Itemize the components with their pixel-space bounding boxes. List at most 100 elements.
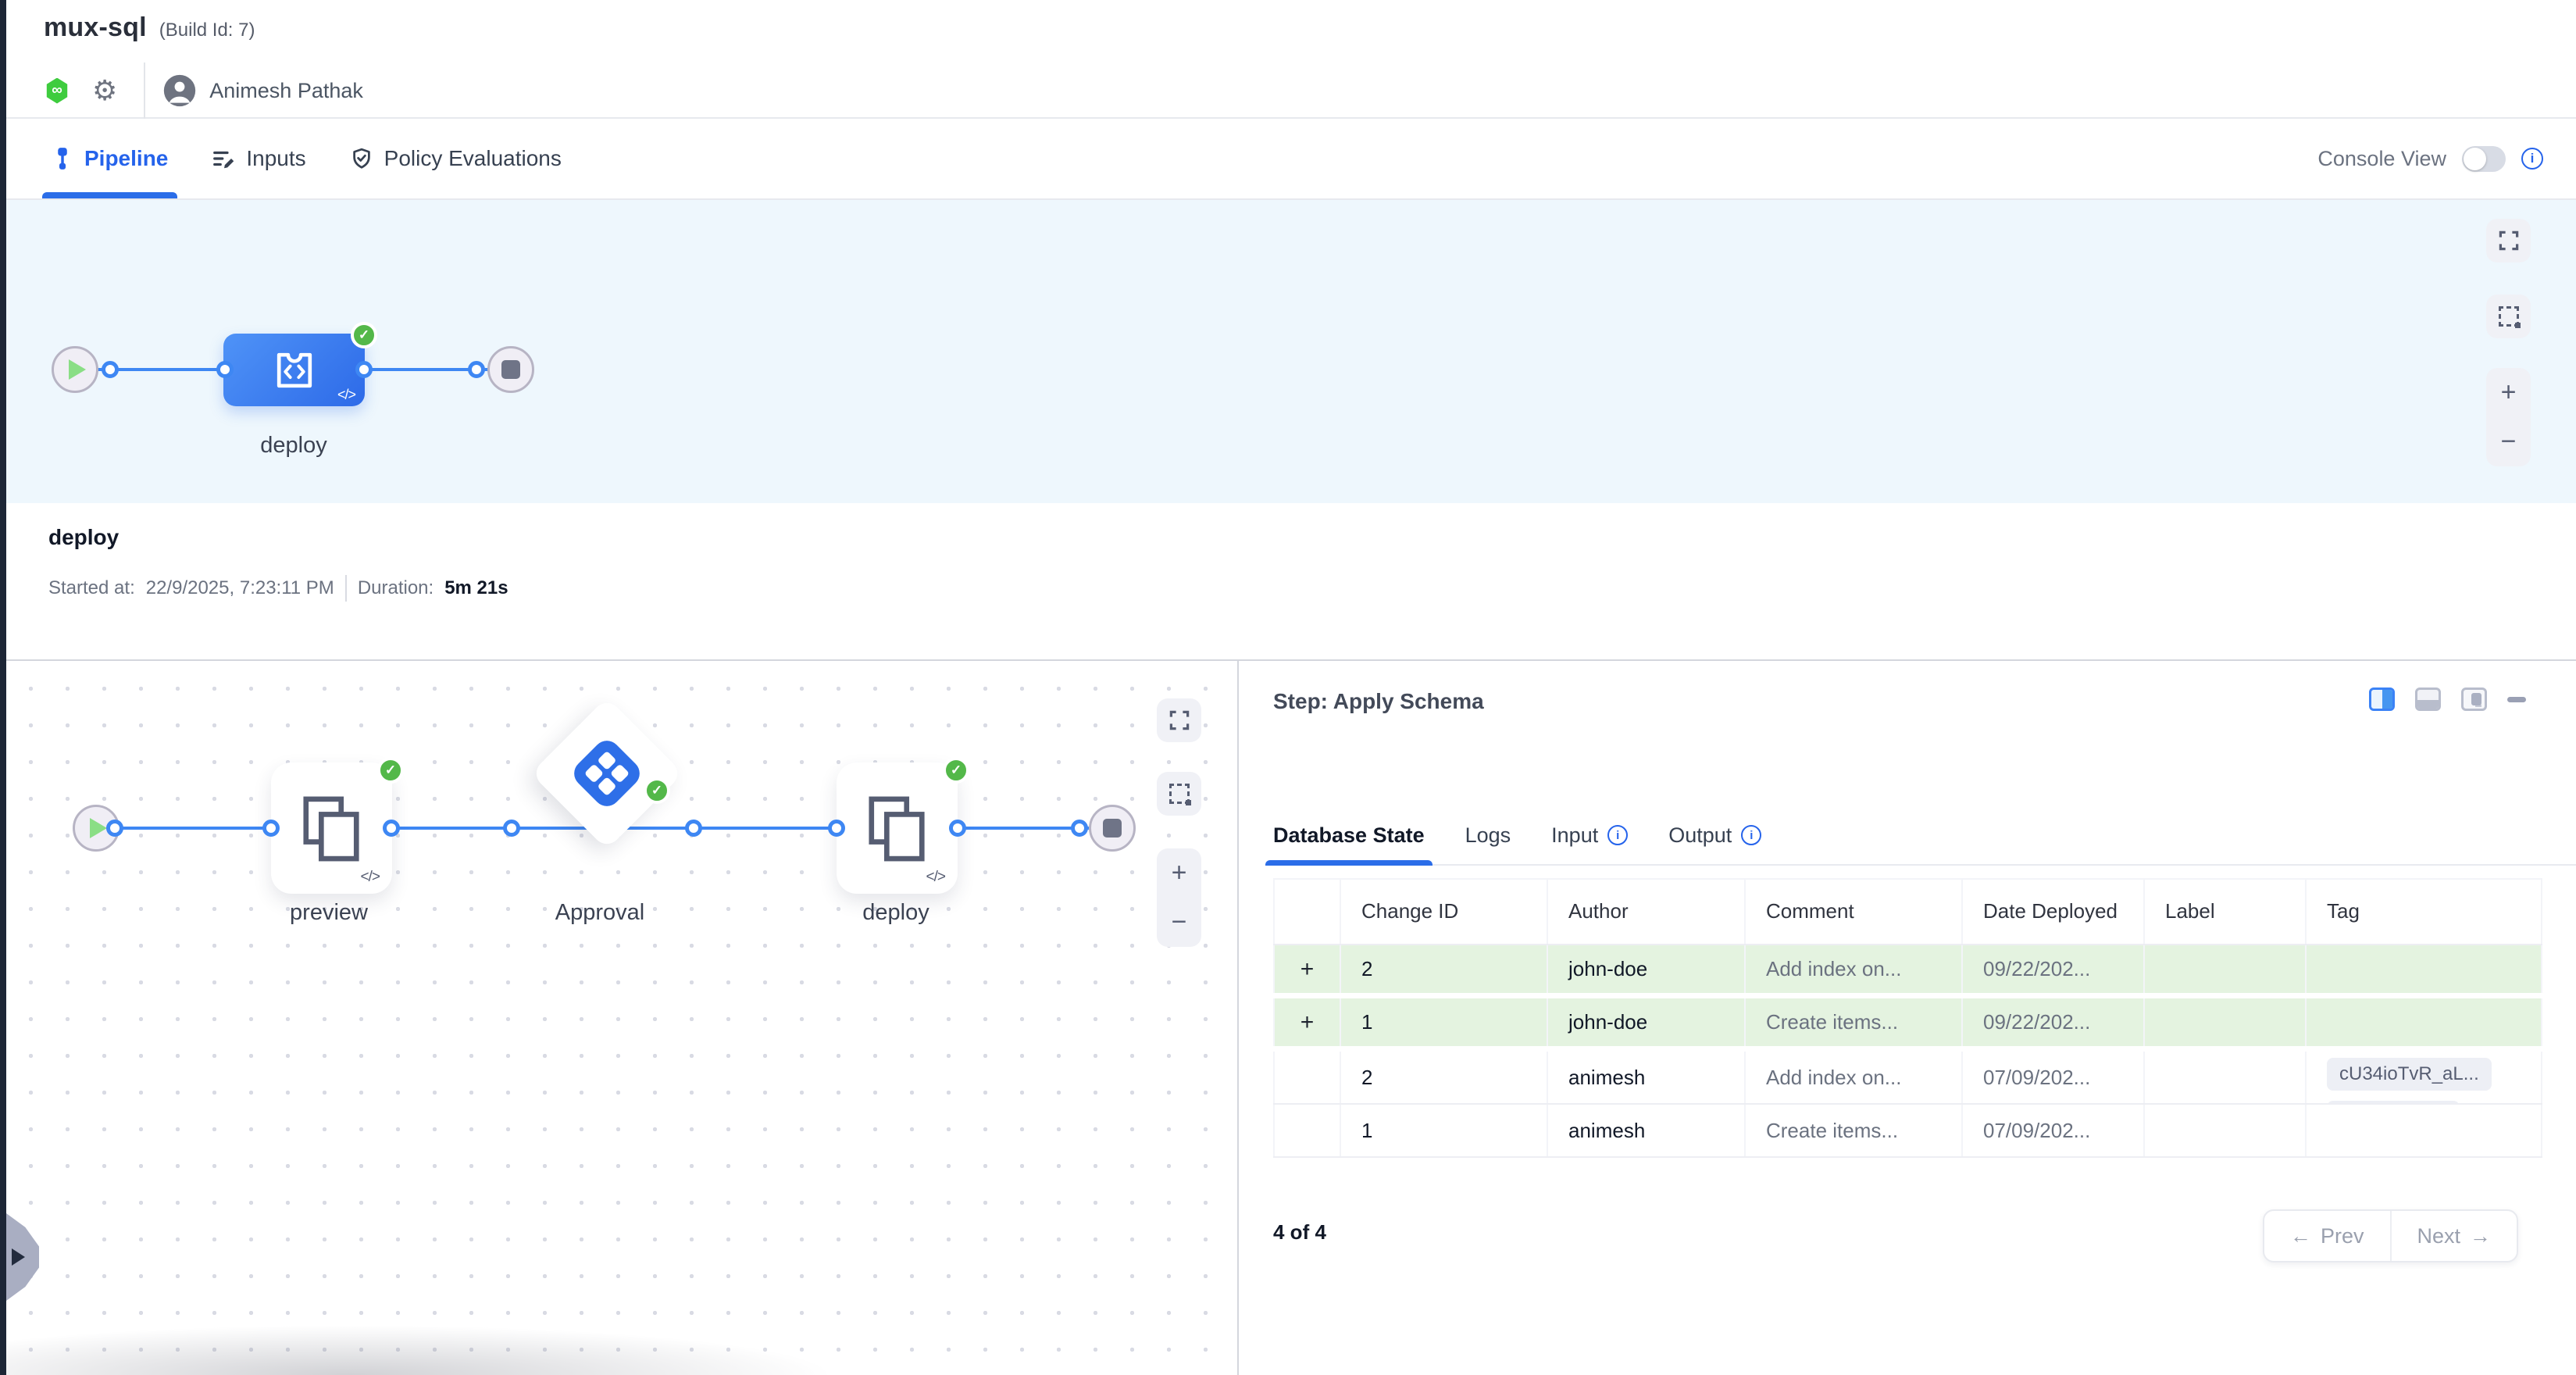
fit-view-icon	[1168, 709, 1191, 732]
end-input-port[interactable]	[468, 361, 485, 378]
fit-view-button[interactable]	[2486, 219, 2531, 262]
started-at-value: 22/9/2025, 7:23:11 PM	[146, 577, 334, 599]
deploy-step-node[interactable]: </>	[837, 762, 958, 894]
tab-input-label: Input	[1551, 823, 1598, 848]
tab-database-state[interactable]: Database State	[1273, 806, 1425, 864]
select-area-button[interactable]	[2486, 295, 2531, 338]
layout-split-right-button[interactable]	[2369, 688, 2395, 711]
approval-output-port[interactable]	[685, 820, 702, 837]
console-view-label: Console View	[2317, 147, 2446, 171]
tab-output[interactable]: Output i	[1668, 806, 1761, 864]
col-change-id: Change ID	[1341, 880, 1548, 944]
vertical-divider	[1237, 661, 1239, 1375]
pagination-controls: ← Prev Next →	[2263, 1209, 2518, 1262]
cell-tag	[2307, 1105, 2542, 1156]
success-badge: ✓	[943, 757, 969, 784]
code-glyph: </>	[361, 869, 380, 886]
deploy-input-port[interactable]	[216, 361, 234, 378]
approval-icon	[564, 730, 650, 816]
tab-input[interactable]: Input i	[1551, 806, 1628, 864]
expand-row-button[interactable]: +	[1300, 956, 1315, 983]
zoom-in-button[interactable]: +	[1157, 848, 1201, 898]
database-state-table: Change ID Author Comment Date Deployed L…	[1273, 878, 2542, 1158]
canvas-bottom-shadow	[6, 1320, 1237, 1375]
console-info-icon[interactable]: i	[2521, 148, 2543, 170]
tab-pipeline[interactable]: Pipeline	[52, 119, 168, 198]
status-infinity-badge: ∞	[45, 78, 69, 104]
zoom-in-button[interactable]: +	[2486, 368, 2531, 417]
end-node[interactable]	[487, 346, 534, 393]
deploy-step-node[interactable]: </>	[223, 334, 365, 406]
panel-tabbar: Database State Logs Input i Output i	[1273, 806, 2576, 866]
sidebar-expand-handle[interactable]	[6, 1213, 39, 1301]
input-info-icon[interactable]: i	[1607, 825, 1628, 845]
tab-logs[interactable]: Logs	[1465, 806, 1511, 864]
table-row[interactable]: + 1 john-doe Create items... 09/22/202..…	[1273, 998, 2542, 1052]
node-label-deploy: deploy	[260, 433, 326, 459]
prev-label: Prev	[2321, 1224, 2364, 1248]
success-badge: ✓	[377, 757, 404, 784]
start-output-port[interactable]	[102, 361, 119, 378]
user-avatar	[162, 73, 197, 108]
tab-policy-evaluations-label: Policy Evaluations	[384, 146, 562, 171]
col-expander	[1273, 880, 1341, 944]
expand-arrow-icon	[12, 1248, 25, 1266]
deploy-input-port[interactable]	[828, 820, 845, 837]
fit-view-button[interactable]	[1157, 698, 1201, 742]
zoom-controls: + −	[1157, 848, 1201, 947]
layout-split-bottom-button[interactable]	[2415, 688, 2441, 711]
zoom-out-button[interactable]: −	[1157, 898, 1201, 947]
cell-author: animesh	[1548, 1052, 1746, 1103]
expand-row-button[interactable]: +	[1300, 1009, 1315, 1036]
prev-button[interactable]: ← Prev	[2264, 1211, 2390, 1261]
pagination-count: 4 of 4	[1273, 1220, 1326, 1245]
next-button[interactable]: Next →	[2392, 1211, 2517, 1261]
zoom-controls: + −	[2486, 368, 2531, 466]
cell-comment: Create items...	[1746, 1105, 1963, 1156]
top-pipeline-canvas[interactable]: </> ✓ deploy + −	[6, 200, 2576, 503]
tab-inputs-label: Inputs	[246, 146, 305, 171]
table-row[interactable]: + 2 john-doe Add index on... 09/22/202..…	[1273, 945, 2542, 998]
table-row[interactable]: 2 animesh Add index on... 07/09/202... c…	[1273, 1052, 2542, 1105]
selection-icon	[1169, 784, 1190, 804]
col-date-deployed: Date Deployed	[1963, 880, 2145, 944]
preview-output-port[interactable]	[383, 820, 400, 837]
console-view-toggle[interactable]	[2462, 146, 2506, 172]
duration-label: Duration:	[358, 577, 433, 599]
stop-icon	[501, 360, 520, 379]
start-node[interactable]	[52, 346, 98, 393]
infinity-icon: ∞	[52, 82, 62, 99]
zoom-out-button[interactable]: −	[2486, 417, 2531, 466]
tab-inputs[interactable]: Inputs	[212, 119, 305, 198]
deploy-output-port[interactable]	[949, 820, 966, 837]
deploy-output-port[interactable]	[355, 361, 373, 378]
toggle-knob	[2464, 148, 2486, 170]
tab-policy-evaluations[interactable]: Policy Evaluations	[350, 119, 562, 198]
output-info-icon[interactable]: i	[1741, 825, 1761, 845]
end-input-port[interactable]	[1071, 820, 1088, 837]
minimize-panel-button[interactable]	[2507, 697, 2526, 702]
approval-input-port[interactable]	[503, 820, 520, 837]
settings-gear-icon[interactable]: ⚙	[92, 77, 117, 105]
preview-input-port[interactable]	[262, 820, 280, 837]
tag-chip[interactable]: cU34ioTvR_aL...	[2327, 1072, 2492, 1091]
check-icon: ✓	[951, 762, 962, 778]
preview-step-node[interactable]: </>	[271, 762, 392, 894]
play-icon	[90, 818, 107, 838]
cell-change-id: 2	[1341, 945, 1548, 993]
lower-pipeline-canvas[interactable]: </> ✓ ✓ </>	[6, 661, 1237, 1375]
select-area-button[interactable]	[1157, 772, 1201, 816]
tab-logs-label: Logs	[1465, 823, 1511, 848]
layout-floating-panel-button[interactable]	[2461, 688, 2487, 711]
selection-icon	[2499, 306, 2519, 327]
check-icon: ✓	[359, 327, 369, 343]
start-output-port[interactable]	[106, 820, 123, 837]
cell-change-id: 1	[1341, 998, 1548, 1046]
end-node[interactable]	[1089, 805, 1136, 852]
active-tab-underline	[1265, 860, 1432, 866]
table-row[interactable]: 1 animesh Create items... 07/09/202...	[1273, 1105, 2542, 1158]
started-at-label: Started at:	[48, 577, 135, 599]
step-details: deploy Started at: 22/9/2025, 7:23:11 PM…	[6, 503, 2576, 659]
cell-date-deployed: 07/09/202...	[1963, 1052, 2145, 1103]
copy-icon	[298, 791, 366, 866]
